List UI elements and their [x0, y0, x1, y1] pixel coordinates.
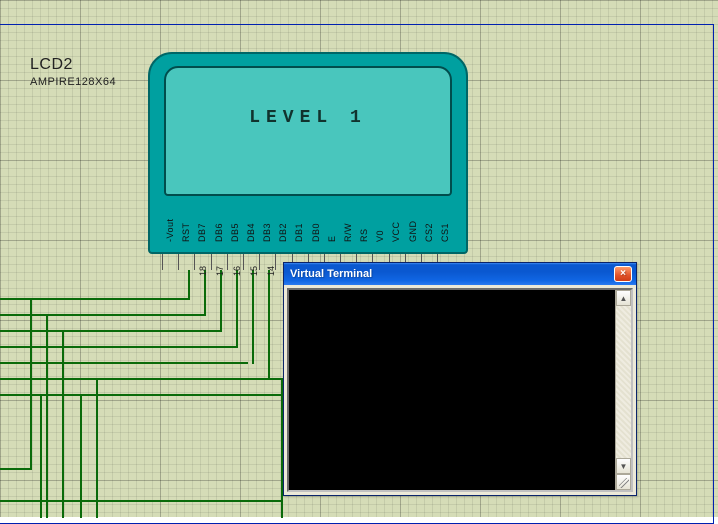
pin-label: RST	[182, 196, 191, 246]
scroll-up-button[interactable]: ▲	[616, 290, 631, 306]
pin-label: E	[328, 196, 337, 246]
pin-label: V0	[376, 196, 385, 246]
wire	[236, 270, 238, 348]
chevron-down-icon: ▼	[620, 462, 628, 471]
pin-label: GND	[409, 196, 418, 246]
grip-icon	[619, 478, 629, 488]
wire	[0, 298, 190, 300]
wire	[0, 500, 282, 502]
chevron-up-icon: ▲	[620, 294, 628, 303]
titlebar[interactable]: Virtual Terminal ×	[284, 263, 636, 285]
wire	[0, 468, 32, 470]
pin-label: -Vout	[166, 196, 175, 246]
close-button[interactable]: ×	[614, 266, 632, 282]
resize-handle[interactable]	[616, 474, 631, 490]
wire	[0, 362, 248, 364]
pin-label: VCC	[392, 196, 401, 246]
pin-number: 15	[249, 266, 258, 276]
pin-label: DB2	[279, 196, 288, 246]
pin-label: DB0	[312, 196, 321, 246]
pin-label: DB7	[198, 196, 207, 246]
pin-label: RS	[360, 196, 369, 246]
virtual-terminal-window[interactable]: Virtual Terminal × ▲ ▼	[283, 262, 637, 496]
component-reference: LCD2	[30, 56, 116, 74]
wire	[252, 270, 254, 364]
wire	[188, 270, 190, 300]
pin-label: R/W	[344, 196, 353, 246]
pin-label: DB1	[295, 196, 304, 246]
terminal-output[interactable]	[289, 290, 615, 490]
wire	[96, 378, 98, 518]
pin-label: DB3	[263, 196, 272, 246]
wire	[62, 330, 64, 518]
pin-label: DB5	[231, 196, 240, 246]
scrollbar-vertical[interactable]: ▲ ▼	[615, 290, 631, 490]
wire	[220, 270, 222, 332]
schematic-canvas[interactable]: LCD2 AMPIRE128X64 LEVEL 1 -Vout RST DB7 …	[0, 0, 718, 517]
component-label[interactable]: LCD2 AMPIRE128X64	[30, 56, 116, 88]
wire	[80, 394, 82, 518]
pin-number: 17	[215, 266, 224, 276]
wire	[204, 270, 206, 316]
pin-label: DB4	[247, 196, 256, 246]
scroll-track[interactable]	[616, 306, 631, 458]
terminal-frame: ▲ ▼	[287, 288, 633, 492]
wire	[268, 270, 270, 380]
wire	[0, 346, 237, 348]
window-title: Virtual Terminal	[290, 268, 614, 280]
wire	[40, 394, 42, 518]
pin-label: CS2	[425, 196, 434, 246]
pin-label: DB6	[215, 196, 224, 246]
pin-label: CS1	[441, 196, 450, 246]
lcd-screen: LEVEL 1	[164, 66, 452, 196]
wire	[0, 330, 221, 332]
component-value: AMPIRE128X64	[30, 76, 116, 88]
scroll-down-button[interactable]: ▼	[616, 458, 631, 474]
lcd-display-text: LEVEL 1	[166, 68, 450, 128]
lcd-component[interactable]: LEVEL 1 -Vout RST DB7 DB6 DB5 DB4 DB3 DB…	[148, 52, 468, 254]
wire	[0, 394, 282, 396]
lcd-body: LEVEL 1 -Vout RST DB7 DB6 DB5 DB4 DB3 DB…	[148, 52, 468, 254]
lcd-pin-numbers: 18 17 16 15 14 13	[198, 266, 292, 276]
window-body: ▲ ▼	[284, 285, 636, 495]
wire	[46, 314, 48, 518]
lcd-pin-labels: -Vout RST DB7 DB6 DB5 DB4 DB3 DB2 DB1 DB…	[164, 196, 452, 246]
wire	[30, 298, 32, 470]
pin-number: 16	[232, 266, 241, 276]
pin-number: 18	[198, 266, 207, 276]
close-icon: ×	[620, 269, 626, 279]
pin-number: 14	[266, 266, 275, 276]
wire	[0, 378, 282, 380]
